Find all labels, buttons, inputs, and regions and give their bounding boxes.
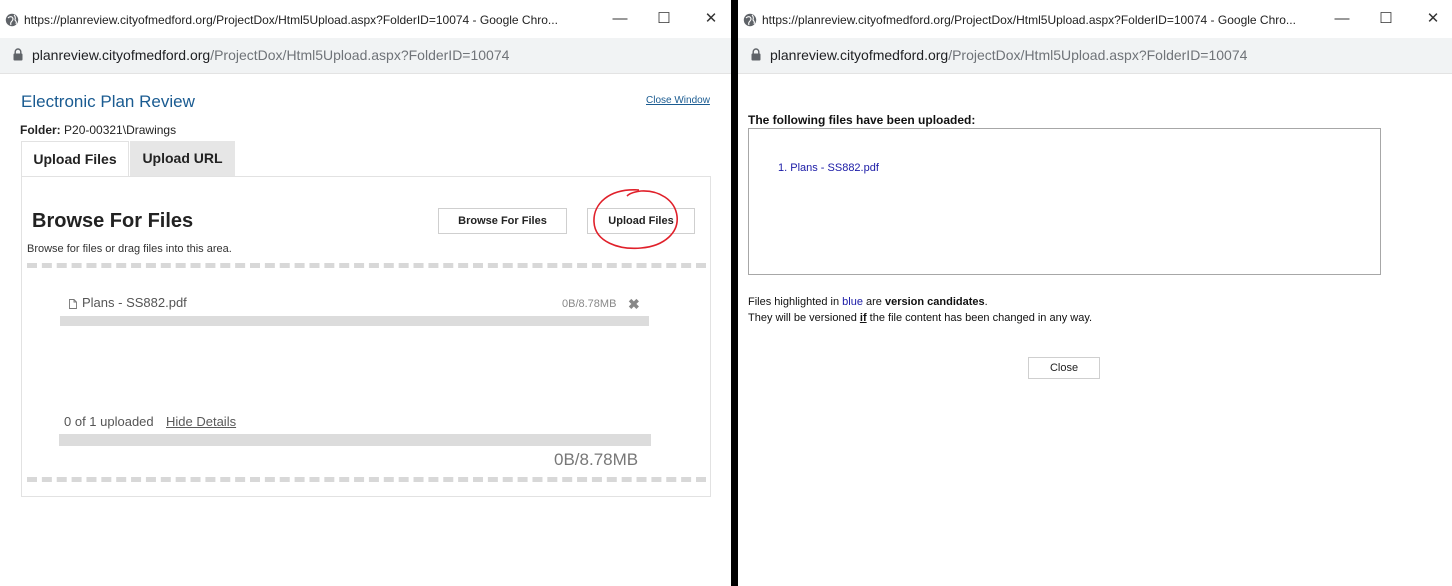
note-text: . [984, 296, 988, 308]
minimize-icon[interactable]: — [1331, 9, 1353, 29]
address-bar[interactable]: planreview.cityofmedford.org/ProjectDox/… [0, 38, 731, 74]
version-note-2: They will be versioned if the file conte… [748, 312, 1092, 324]
globe-icon [743, 13, 757, 27]
note-if: if [859, 312, 867, 324]
drop-zone-border-top [27, 263, 706, 268]
file-name: Plans - SS882.pdf [82, 295, 187, 310]
maximize-icon[interactable]: ☐ [653, 9, 675, 29]
total-progress-bar [59, 434, 651, 446]
note-blue: blue [842, 296, 863, 308]
folder-label: Folder: [20, 123, 61, 137]
uploaded-count: 0 of 1 uploaded [64, 414, 154, 429]
uploaded-file-item: 1. Plans - SS882.pdf [778, 162, 879, 174]
title-bar: https://planreview.cityofmedford.org/Pro… [738, 0, 1452, 38]
drop-hint: Browse for files or drag files into this… [27, 243, 232, 255]
note-text: They will be versioned [748, 312, 860, 324]
window-title: https://planreview.cityofmedford.org/Pro… [24, 13, 558, 27]
url-path: /ProjectDox/Html5Upload.aspx?FolderID=10… [948, 47, 1248, 63]
lock-icon [751, 48, 761, 61]
upload-window: https://planreview.cityofmedford.org/Pro… [0, 0, 731, 586]
uploaded-files-box: 1. Plans - SS882.pdf [748, 128, 1381, 275]
note-text: the file content has been changed in any… [866, 312, 1093, 324]
upload-result-window: https://planreview.cityofmedford.org/Pro… [738, 0, 1452, 586]
note-text: Files highlighted in [748, 296, 843, 308]
close-window-link[interactable]: Close Window [646, 95, 710, 106]
red-circle-annotation [593, 189, 678, 250]
tab-upload-url[interactable]: Upload URL [130, 141, 235, 176]
browse-files-button[interactable]: Browse For Files [438, 208, 567, 234]
uploaded-heading: The following files have been uploaded: [748, 113, 976, 127]
hide-details-link[interactable]: Hide Details [166, 414, 236, 429]
close-button[interactable]: Close [1028, 357, 1100, 379]
close-icon[interactable]: ✕ [700, 9, 722, 29]
url-domain: planreview.cityofmedford.org [770, 47, 949, 63]
url-text[interactable]: planreview.cityofmedford.org/ProjectDox/… [770, 47, 1247, 63]
tab-upload-files[interactable]: Upload Files [21, 141, 129, 176]
note-text: are [862, 296, 885, 308]
url-path: /ProjectDox/Html5Upload.aspx?FolderID=10… [210, 47, 510, 63]
folder-path: Folder: P20-00321\Drawings [20, 123, 176, 137]
title-bar: https://planreview.cityofmedford.org/Pro… [0, 0, 731, 38]
url-text[interactable]: planreview.cityofmedford.org/ProjectDox/… [32, 47, 509, 63]
drop-zone-border-bottom [27, 477, 706, 482]
folder-value: P20-00321\Drawings [64, 123, 177, 137]
app-title: Electronic Plan Review [21, 92, 195, 111]
lock-icon [13, 48, 23, 61]
maximize-icon[interactable]: ☐ [1375, 9, 1397, 29]
url-domain: planreview.cityofmedford.org [32, 47, 211, 63]
version-note: Files highlighted in blue are version ca… [748, 296, 988, 308]
globe-icon [5, 13, 19, 27]
note-bold: version candidates [884, 296, 985, 308]
minimize-icon[interactable]: — [609, 9, 631, 29]
browse-heading: Browse For Files [32, 210, 194, 232]
upload-panel: Browse For Files Browse For Files Upload… [21, 176, 711, 497]
file-icon [69, 299, 77, 309]
remove-file-icon[interactable]: ✖ [628, 296, 640, 313]
close-icon[interactable]: ✕ [1422, 9, 1444, 29]
address-bar[interactable]: planreview.cityofmedford.org/ProjectDox/… [738, 38, 1452, 74]
file-size: 0B/8.78MB [562, 298, 617, 310]
total-size: 0B/8.78MB [554, 450, 639, 469]
file-progress-bar [60, 316, 649, 326]
window-title: https://planreview.cityofmedford.org/Pro… [762, 13, 1296, 27]
